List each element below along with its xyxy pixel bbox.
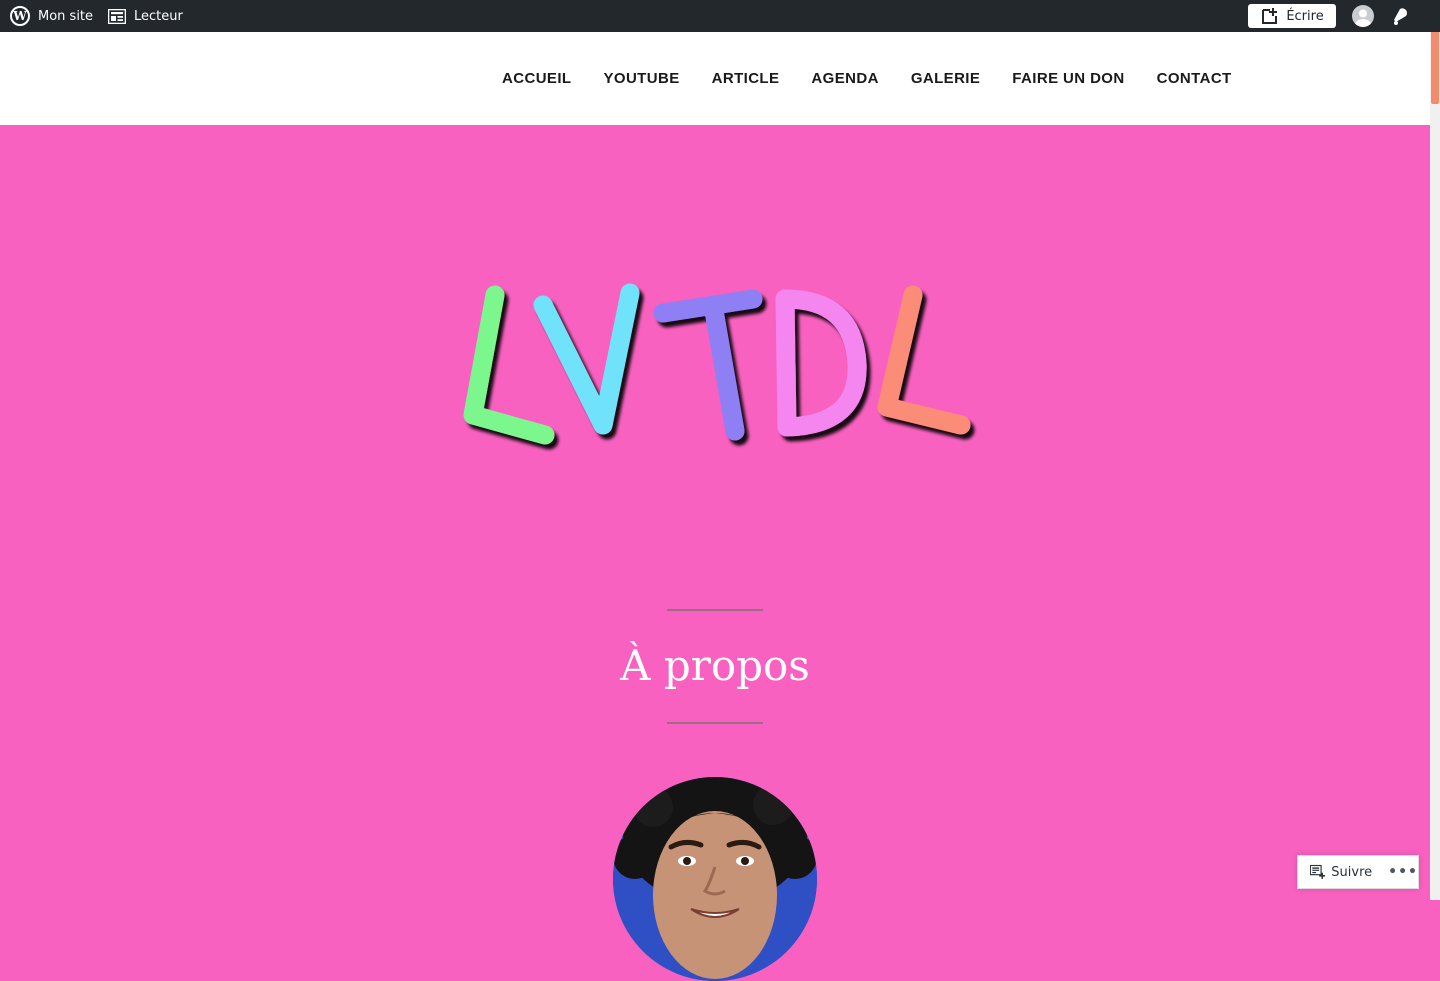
follow-button[interactable]: Suivre	[1331, 865, 1372, 880]
scrollbar-thumb[interactable]	[1431, 32, 1439, 104]
nav-item-article[interactable]: ARTICLE	[712, 70, 780, 87]
site-header: ACCUEIL YOUTUBE ARTICLE AGENDA GALERIE F…	[0, 32, 1430, 125]
nav-item-agenda[interactable]: AGENDA	[811, 70, 878, 87]
write-label: Écrire	[1286, 8, 1324, 24]
hero-section: À propos	[0, 125, 1430, 981]
write-button[interactable]: Écrire	[1248, 4, 1336, 28]
more-options-button[interactable]: •••	[1388, 864, 1418, 880]
logo-letter-l	[463, 285, 555, 445]
follow-widget: Suivre •••	[1297, 855, 1419, 889]
wordpress-logo-icon: W	[10, 6, 30, 26]
reader-icon	[108, 8, 126, 24]
nav-item-accueil[interactable]: ACCUEIL	[502, 70, 571, 87]
follow-icon[interactable]	[1310, 863, 1326, 881]
my-site-label: Mon site	[38, 8, 94, 24]
title-rule-top	[667, 609, 763, 611]
nav-item-contact[interactable]: CONTACT	[1157, 70, 1232, 87]
avatar-placeholder-icon	[1355, 9, 1371, 27]
nav-item-youtube[interactable]: YOUTUBE	[603, 70, 679, 87]
logo-letter-l2	[877, 285, 971, 435]
profile-portrait-image	[613, 777, 817, 981]
profile-photo	[613, 777, 817, 981]
notifications-bell-icon[interactable]	[1390, 6, 1410, 26]
reader-button[interactable]: Lecteur	[108, 0, 183, 32]
reader-label: Lecteur	[134, 8, 183, 24]
nav-item-faire-un-don[interactable]: FAIRE UN DON	[1012, 70, 1124, 87]
main-navigation: ACCUEIL YOUTUBE ARTICLE AGENDA GALERIE F…	[502, 32, 1232, 125]
new-post-icon	[1262, 8, 1278, 24]
title-rule-bottom	[667, 722, 763, 724]
site-logo[interactable]	[455, 275, 985, 465]
user-avatar[interactable]	[1352, 5, 1374, 27]
page-scrollbar[interactable]	[1430, 32, 1440, 900]
admin-bar: W Mon site Lecteur Écrire	[0, 0, 1440, 32]
logo-letter-d	[775, 289, 867, 437]
logo-letter-v	[533, 283, 640, 435]
logo-letter-t	[653, 289, 763, 441]
page-title: À propos	[620, 641, 810, 690]
nav-item-galerie[interactable]: GALERIE	[911, 70, 980, 87]
my-site-button[interactable]: W Mon site	[10, 0, 93, 32]
